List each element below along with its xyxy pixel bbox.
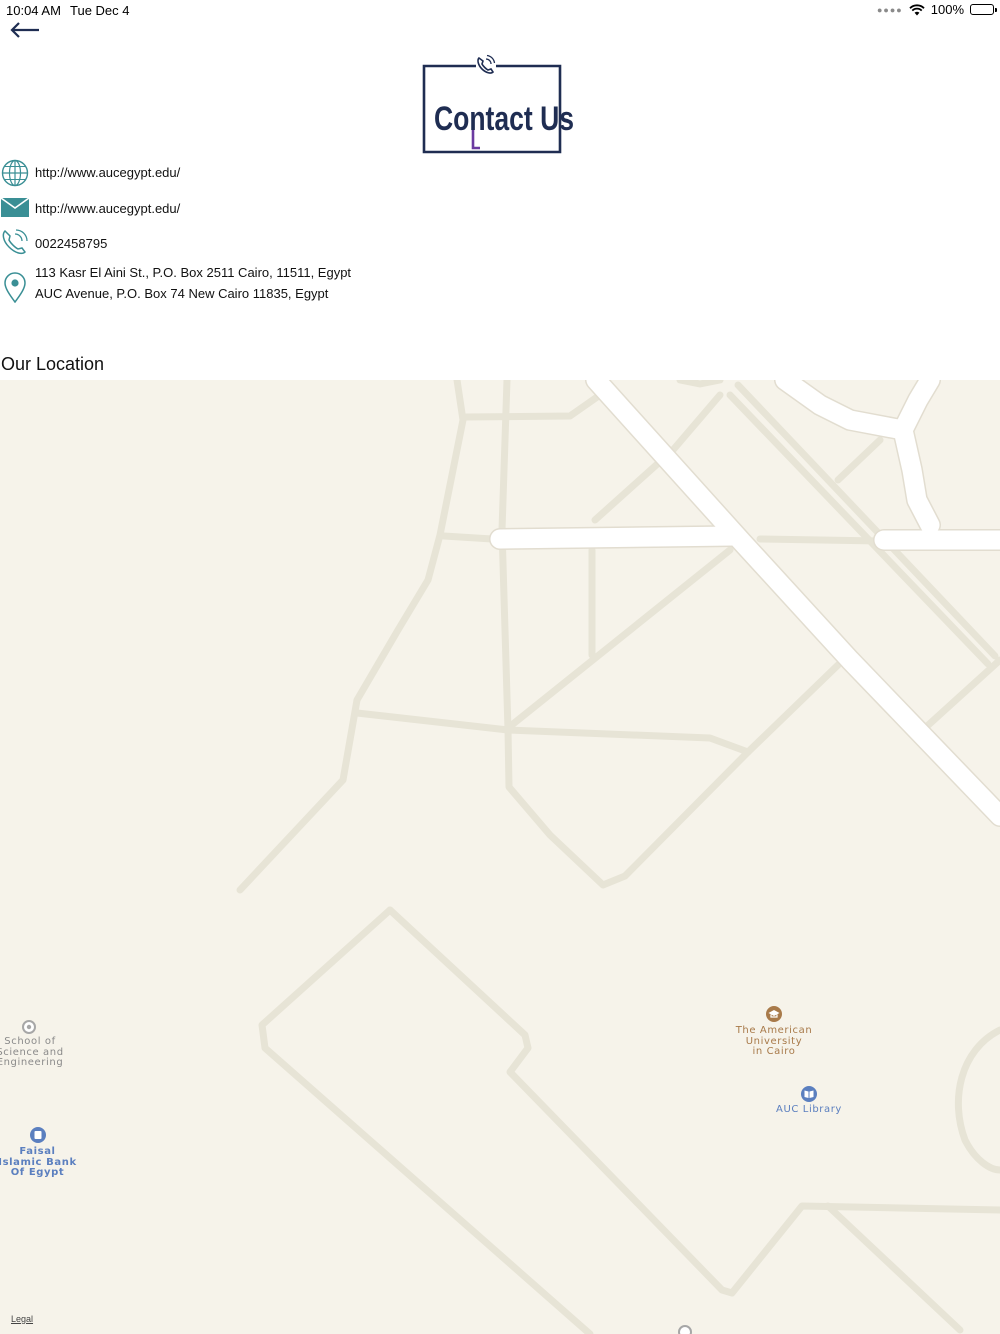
status-time: 10:04 AM xyxy=(6,3,61,18)
map-roads xyxy=(236,380,1000,1334)
logo-text: Contact Us xyxy=(434,100,574,138)
phone-number[interactable]: 0022458795 xyxy=(35,236,107,251)
back-button[interactable] xyxy=(8,18,44,44)
university-pin-icon[interactable] xyxy=(765,1005,783,1023)
phone-row[interactable]: 0022458795 xyxy=(0,228,107,258)
address-line-1: 113 Kasr El Aini St., P.O. Box 2511 Cair… xyxy=(35,265,352,280)
status-indicators: ●●●● 100% xyxy=(877,2,997,17)
poi-school-label[interactable]: School of Science and Engineering xyxy=(0,1036,72,1069)
location-map[interactable]: School of Science and Engineering Faisal… xyxy=(0,380,1000,1334)
poi-university-label[interactable]: The American University in Cairo xyxy=(724,1025,824,1058)
contact-us-logo: Contact Us xyxy=(416,52,586,156)
poi-bank-label[interactable]: Faisal Islamic Bank Of Egypt xyxy=(0,1146,80,1179)
bank-pin-icon[interactable] xyxy=(29,1126,47,1144)
location-pin-icon xyxy=(0,271,30,304)
library-pin-icon[interactable] xyxy=(800,1085,818,1103)
email-row[interactable]: http://www.aucegypt.edu/ xyxy=(0,193,180,223)
status-date: Tue Dec 4 xyxy=(70,3,130,18)
location-title: Our Location xyxy=(1,354,105,374)
phone-logo-icon xyxy=(477,54,496,74)
map-pin-icon[interactable] xyxy=(677,1324,693,1334)
phone-icon xyxy=(0,228,30,258)
address-row: 113 Kasr El Aini St., P.O. Box 2511 Cair… xyxy=(0,262,351,306)
website-row[interactable]: http://www.aucegypt.edu/ xyxy=(0,158,180,188)
battery-icon xyxy=(970,4,997,15)
email-link[interactable]: http://www.aucegypt.edu/ xyxy=(35,201,180,216)
website-link[interactable]: http://www.aucegypt.edu/ xyxy=(35,165,180,180)
battery-percent: 100% xyxy=(930,2,964,17)
school-pin-icon[interactable] xyxy=(21,1019,37,1035)
status-bar: 10:04 AM Tue Dec 4 ●●●● 100% xyxy=(0,0,1000,20)
arrow-left-icon xyxy=(10,22,39,38)
globe-icon xyxy=(0,158,30,188)
address-line-2: AUC Avenue, P.O. Box 74 New Cairo 11835,… xyxy=(35,286,329,301)
address-text: 113 Kasr El Aini St., P.O. Box 2511 Cair… xyxy=(35,262,351,304)
signal-icon: ●●●● xyxy=(877,4,903,15)
wifi-icon xyxy=(909,3,925,15)
envelope-icon xyxy=(0,193,30,223)
poi-library-label[interactable]: AUC Library xyxy=(759,1104,859,1116)
legal-link[interactable]: Legal xyxy=(11,1314,33,1324)
